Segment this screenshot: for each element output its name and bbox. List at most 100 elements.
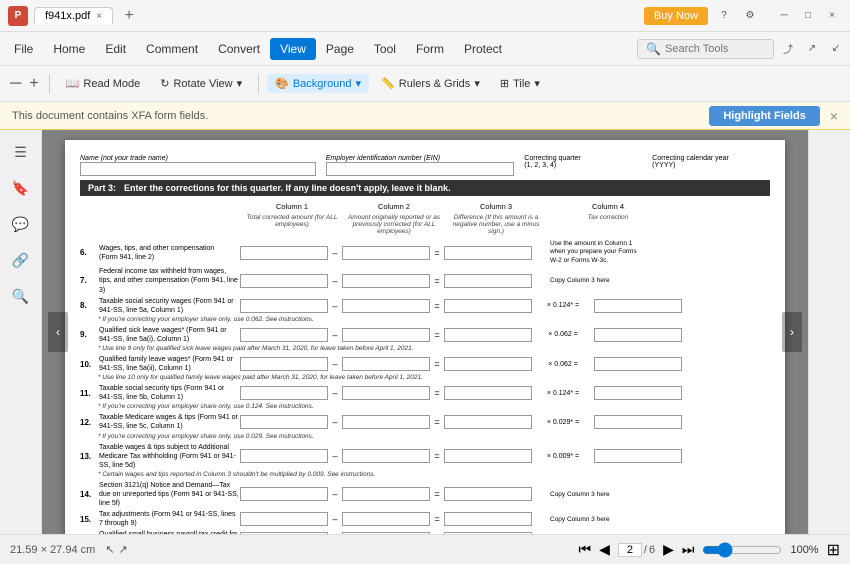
tile-button[interactable]: ⊞ Tile ▾ bbox=[492, 74, 548, 93]
menu-view[interactable]: View bbox=[270, 38, 316, 60]
row-6-col2[interactable] bbox=[342, 246, 430, 260]
row-14-col3[interactable] bbox=[444, 487, 532, 501]
row-8-col3[interactable] bbox=[444, 299, 532, 313]
sidebar-bookmark-icon[interactable]: 🔖 bbox=[7, 174, 35, 202]
zoom-plus-button[interactable]: + bbox=[27, 75, 40, 93]
row-7-col3[interactable] bbox=[444, 274, 532, 288]
arrow-icon[interactable]: ↗ bbox=[119, 543, 128, 556]
rulers-grids-button[interactable]: 📏 Rulers & Grids ▾ bbox=[373, 74, 488, 93]
page-first-button[interactable]: ⏮ bbox=[578, 541, 591, 558]
row-8-col2[interactable] bbox=[342, 299, 430, 313]
menu-page[interactable]: Page bbox=[316, 38, 364, 60]
row-13-col2[interactable] bbox=[342, 449, 430, 463]
menu-file[interactable]: File bbox=[4, 38, 43, 60]
row-10-col4[interactable] bbox=[594, 357, 682, 371]
read-mode-button[interactable]: 📖 Read Mode bbox=[58, 74, 149, 93]
row-15-col1[interactable] bbox=[240, 512, 328, 526]
file-tab[interactable]: f941x.pdf × bbox=[34, 7, 113, 24]
page-prev-button[interactable]: ◀ bbox=[599, 541, 610, 558]
row-10-col3[interactable] bbox=[444, 357, 532, 371]
row-13-col4[interactable] bbox=[594, 449, 682, 463]
close-button[interactable]: × bbox=[822, 6, 842, 26]
row-8-col4[interactable] bbox=[594, 299, 682, 313]
help-icon[interactable]: ? bbox=[714, 6, 734, 26]
row-8-col1[interactable] bbox=[240, 299, 328, 313]
row-16-col3[interactable] bbox=[444, 532, 532, 534]
row-9-col3[interactable] bbox=[444, 328, 532, 342]
row-14-col1[interactable] bbox=[240, 487, 328, 501]
row-6-col1[interactable] bbox=[240, 246, 328, 260]
page-next-arrow[interactable]: › bbox=[782, 312, 802, 352]
page-prev-arrow[interactable]: ‹ bbox=[48, 312, 68, 352]
collapse-icon[interactable]: ↙ bbox=[826, 39, 846, 59]
row-11-desc: Taxable social security tips (Form 941 o… bbox=[99, 384, 239, 402]
notification-close-icon[interactable]: × bbox=[830, 108, 838, 124]
row-9: 9. Qualified sick leave wages* (Form 941… bbox=[80, 326, 770, 344]
search-tools[interactable]: 🔍 bbox=[637, 39, 774, 59]
row-14-col2[interactable] bbox=[342, 487, 430, 501]
highlight-fields-button[interactable]: Highlight Fields bbox=[709, 106, 820, 126]
row-6-minus1: – bbox=[329, 248, 341, 258]
row-7-col2[interactable] bbox=[342, 274, 430, 288]
row-12-col2[interactable] bbox=[342, 415, 430, 429]
page-last-button[interactable]: ⏭ bbox=[682, 541, 695, 558]
menu-protect[interactable]: Protect bbox=[454, 38, 512, 60]
row-12-note: * If you're correcting your employer sha… bbox=[80, 433, 770, 440]
sidebar-thumbnail-icon[interactable]: ☰ bbox=[7, 138, 35, 166]
search-input[interactable] bbox=[665, 43, 765, 55]
row-15-col2[interactable] bbox=[342, 512, 430, 526]
row-9-multiplier: × 0.062 = bbox=[533, 331, 593, 338]
background-button[interactable]: 🎨 Background ▾ bbox=[267, 74, 369, 93]
page-number-input[interactable] bbox=[618, 543, 642, 557]
menu-home[interactable]: Home bbox=[43, 38, 95, 60]
row-12-col3[interactable] bbox=[444, 415, 532, 429]
zoom-minus-button[interactable]: ─ bbox=[8, 75, 23, 93]
row-10-col2[interactable] bbox=[342, 357, 430, 371]
sidebar-comment-icon[interactable]: 💬 bbox=[7, 210, 35, 238]
row-12-col1[interactable] bbox=[240, 415, 328, 429]
tile-dropdown-icon: ▾ bbox=[534, 77, 540, 90]
row-12-desc: Taxable Medicare wages & tips (Form 941 … bbox=[99, 413, 239, 431]
row-16-col2[interactable] bbox=[342, 532, 430, 534]
row-15-col3[interactable] bbox=[444, 512, 532, 526]
menu-tool[interactable]: Tool bbox=[364, 38, 406, 60]
new-tab-button[interactable]: + bbox=[119, 6, 139, 26]
ein-input[interactable] bbox=[326, 162, 515, 176]
row-13-col1[interactable] bbox=[240, 449, 328, 463]
cursor-icon[interactable]: ↖ bbox=[105, 543, 114, 556]
row-7-col4desc: Copy Column 3 here bbox=[550, 277, 638, 284]
buy-now-button[interactable]: Buy Now bbox=[644, 7, 708, 25]
row-9-col4[interactable] bbox=[594, 328, 682, 342]
row-11-equals: = bbox=[431, 388, 443, 398]
menu-comment[interactable]: Comment bbox=[136, 38, 208, 60]
menu-form[interactable]: Form bbox=[406, 38, 454, 60]
menu-edit[interactable]: Edit bbox=[95, 38, 136, 60]
page-next-button[interactable]: ▶ bbox=[663, 541, 674, 558]
row-14-desc: Section 3121(q) Notice and Demand—Tax du… bbox=[99, 481, 239, 508]
row-9-col1[interactable] bbox=[240, 328, 328, 342]
row-13-col3[interactable] bbox=[444, 449, 532, 463]
row-11-col3[interactable] bbox=[444, 386, 532, 400]
rotate-view-button[interactable]: ↻ Rotate View ▾ bbox=[152, 74, 250, 93]
name-input[interactable] bbox=[80, 162, 316, 176]
tab-close-icon[interactable]: × bbox=[96, 11, 102, 22]
row-11-col2[interactable] bbox=[342, 386, 430, 400]
row-16-col1[interactable] bbox=[240, 532, 328, 534]
menu-convert[interactable]: Convert bbox=[208, 38, 270, 60]
row-11-col4[interactable] bbox=[594, 386, 682, 400]
sidebar-search-icon[interactable]: 🔍 bbox=[7, 282, 35, 310]
row-7-col1[interactable] bbox=[240, 274, 328, 288]
row-12-col4[interactable] bbox=[594, 415, 682, 429]
row-6-col3[interactable] bbox=[444, 246, 532, 260]
settings-icon[interactable]: ⚙ bbox=[740, 6, 760, 26]
sidebar-link-icon[interactable]: 🔗 bbox=[7, 246, 35, 274]
row-11-col1[interactable] bbox=[240, 386, 328, 400]
minimize-button[interactable]: ─ bbox=[774, 6, 794, 26]
share-icon[interactable]: ⤴ bbox=[778, 39, 798, 59]
row-9-col2[interactable] bbox=[342, 328, 430, 342]
maximize-button[interactable]: □ bbox=[798, 6, 818, 26]
row-10-col1[interactable] bbox=[240, 357, 328, 371]
fit-page-button[interactable]: ⊞ bbox=[827, 540, 840, 560]
expand-icon[interactable]: ↗ bbox=[802, 39, 822, 59]
zoom-slider[interactable] bbox=[702, 542, 782, 558]
